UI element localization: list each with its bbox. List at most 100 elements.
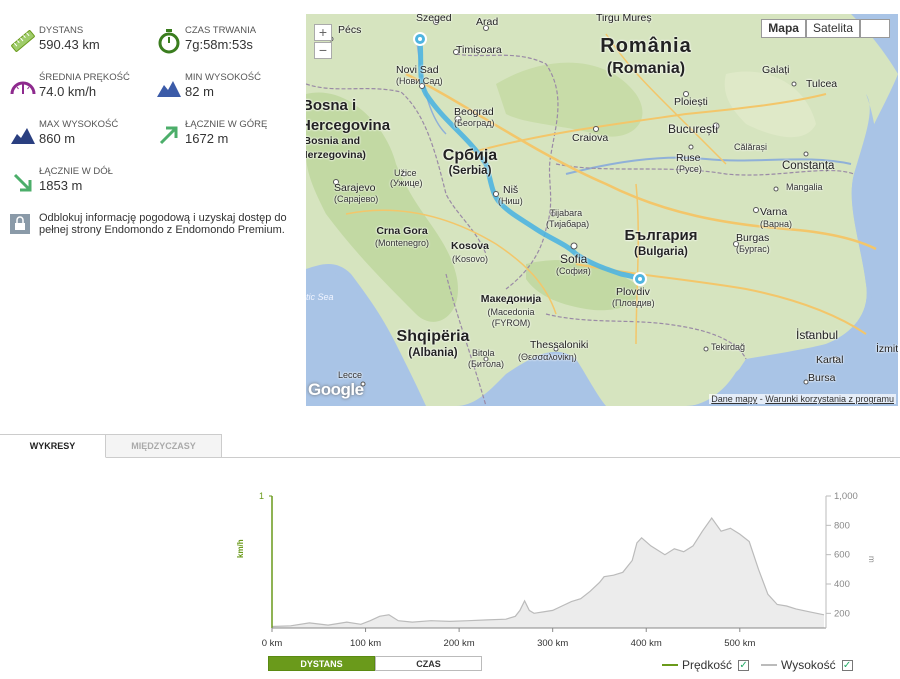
tab-splits[interactable]: MIĘDZYCZASY xyxy=(106,434,222,458)
zoom-in-button[interactable]: + xyxy=(314,24,332,41)
chart-tabs: WYKRESY MIĘDZYCZASY xyxy=(0,434,900,458)
map-label-crnagora: Crna Gora xyxy=(376,225,428,237)
stat-label: MIN WYSOKOŚĆ xyxy=(185,72,262,83)
map-zoom-control: + − xyxy=(314,24,332,60)
map-label-bitola: Bitola xyxy=(472,348,495,358)
terms-of-use-link[interactable]: Warunki korzystania z programu xyxy=(765,394,894,404)
map-label-arad: Arad xyxy=(476,16,499,28)
map-label-srbija: Србија xyxy=(442,147,498,164)
map-label-craiova: Craiova xyxy=(572,132,609,144)
legend-elevation-label: Wysokość xyxy=(781,658,836,672)
map-label-shqiperia: Shqipëria xyxy=(396,328,470,345)
speedometer-icon xyxy=(10,81,36,95)
map-label-ruse: Ruse xyxy=(676,152,701,164)
map-label-bitola-cyr: (Битола) xyxy=(468,359,505,369)
stat-value: 82 m xyxy=(185,84,214,99)
map-label-pecs: Pécs xyxy=(338,24,362,36)
stat-value: 74.0 km/h xyxy=(39,84,97,99)
map-label-sarajevo: Sarajevo xyxy=(334,182,376,194)
map-label-romania: România xyxy=(600,35,692,57)
map-label-istanbul: İstanbul xyxy=(796,328,839,342)
ruler-icon xyxy=(11,30,35,52)
mountain-high-icon xyxy=(11,128,35,144)
map-label-bosna2: Hercegovina xyxy=(306,117,391,134)
map-label-tijabara: Tijabara xyxy=(550,208,583,218)
stat-value: 1853 m xyxy=(39,178,83,193)
stat-label: ŚREDNIA PRĘKOŚĆ xyxy=(39,72,130,83)
stat-max-altitude: MAX WYSOKOŚĆ 860 m xyxy=(8,116,148,156)
stat-label: CZAS TRWANIA xyxy=(185,25,257,36)
weather-lock-icon xyxy=(10,214,30,234)
map-label-constanta: Constanța xyxy=(782,160,835,172)
map-label-bucuresti: București xyxy=(668,122,719,136)
right-tick-label: 800 xyxy=(834,520,850,531)
map-label-sofia: Sofia xyxy=(560,252,588,266)
stat-label: ŁĄCZNIE W DÓŁ xyxy=(39,166,113,177)
map-label-romania-sub: (Romania) xyxy=(606,60,686,77)
stat-label: ŁĄCZNIE W GÓRĘ xyxy=(185,119,268,130)
map-type-satellite-button[interactable]: Satelita xyxy=(805,19,860,38)
map-label-plovdiv: Plovdiv xyxy=(616,286,650,298)
map-label-plovdiv-cyr: (Пловдив) xyxy=(612,298,655,308)
legend-elevation-swatch xyxy=(761,664,778,666)
x-tick-label: 400 km xyxy=(631,638,662,649)
arrow-up-right-icon xyxy=(159,126,178,145)
stat-label: MAX WYSOKOŚĆ xyxy=(39,119,119,130)
google-logo: Google xyxy=(308,380,364,399)
map-label-thessaloniki-cyr: (Θεσσαλονίκη) xyxy=(518,352,577,362)
legend-speed-label: Prędkość xyxy=(682,658,733,672)
stat-value: 590.43 km xyxy=(39,37,100,52)
map-label-bulgaria-sub: (Bulgaria) xyxy=(634,246,688,258)
x-tick-label: 100 km xyxy=(350,638,381,649)
right-tick-label: 1,000 xyxy=(834,491,858,502)
chart-plot: 1 1,000 800 600 400 200 0 km 100 km 200 km 300 km… xyxy=(259,491,858,649)
map-label-timisoara: Timișoara xyxy=(456,44,502,56)
legend-speed-checkbox[interactable]: ✓ xyxy=(738,659,750,671)
map-label-ruse-cyr: (Русе) xyxy=(676,164,702,174)
map-label-szeged: Szeged xyxy=(416,14,452,24)
map-label-lecce: Lecce xyxy=(338,370,363,380)
map-label-sofia-cyr: (София) xyxy=(556,266,591,276)
stat-value: 1672 m xyxy=(185,131,229,146)
map-label-bosna4: Herzegovina) xyxy=(306,149,366,161)
map-label-beograd: Beograd xyxy=(454,106,494,118)
legend-elevation-checkbox[interactable]: ✓ xyxy=(841,659,853,671)
map-label-bulgaria: България xyxy=(624,227,698,244)
toggle-distance-button[interactable]: DYSTANS xyxy=(268,656,375,671)
map-label-varna: Varna xyxy=(760,206,788,218)
promo-text: Odblokuj informację pogodową i uzyskaj d… xyxy=(39,212,287,236)
map-label-burgas-cyr: (Бургас) xyxy=(736,244,770,254)
route-map[interactable]: Szeged Arad Tirgu Mureș Pécs Timișoara N… xyxy=(306,14,898,406)
map-label-thessaloniki: Thessaloniki xyxy=(530,339,589,351)
toggle-time-button[interactable]: CZAS xyxy=(375,656,482,671)
fullscreen-button[interactable] xyxy=(860,19,890,38)
map-type-map-button[interactable]: Mapa xyxy=(761,19,806,38)
map-label-kosova: Kosova xyxy=(451,240,489,252)
chart-ylabel-right: m xyxy=(867,556,876,563)
right-tick-label: 600 xyxy=(834,550,850,561)
tab-charts[interactable]: WYKRESY xyxy=(0,434,106,458)
stat-total-descent: ŁĄCZNIE W DÓŁ 1853 m xyxy=(8,163,148,203)
map-data-link[interactable]: Dane mapy xyxy=(711,394,757,404)
map-type-control: Mapa Satelita xyxy=(761,19,890,38)
map-label-galati: Galați xyxy=(762,64,790,76)
zoom-out-button[interactable]: − xyxy=(314,42,332,59)
x-tick-label: 300 km xyxy=(537,638,568,649)
map-label-kartal: Kartal xyxy=(816,354,844,366)
map-label-tirgu: Tirgu Mureș xyxy=(596,14,652,24)
map-label-crnagora-sub: (Montenegro) xyxy=(374,238,430,248)
map-label-bursa: Bursa xyxy=(808,372,836,384)
arrow-down-right-icon xyxy=(13,173,32,192)
stat-duration: CZAS TRWANIA 7g:58m:53s xyxy=(154,22,294,62)
legend-speed-swatch xyxy=(662,664,678,666)
mountain-low-icon xyxy=(157,81,181,97)
right-tick-label: 400 xyxy=(834,579,850,590)
x-tick-label: 0 km xyxy=(262,638,283,649)
stat-label: DYSTANS xyxy=(39,25,84,36)
map-label-novisad: Novi Sad xyxy=(396,64,439,76)
stat-value: 7g:58m:53s xyxy=(185,37,253,52)
stat-value: 860 m xyxy=(39,131,76,146)
x-tick-label: 200 km xyxy=(444,638,475,649)
map-label-makedonija-sub2: (FYROM) xyxy=(491,318,531,328)
map-terms: Dane mapy - Warunki korzystania z progra… xyxy=(709,394,896,404)
